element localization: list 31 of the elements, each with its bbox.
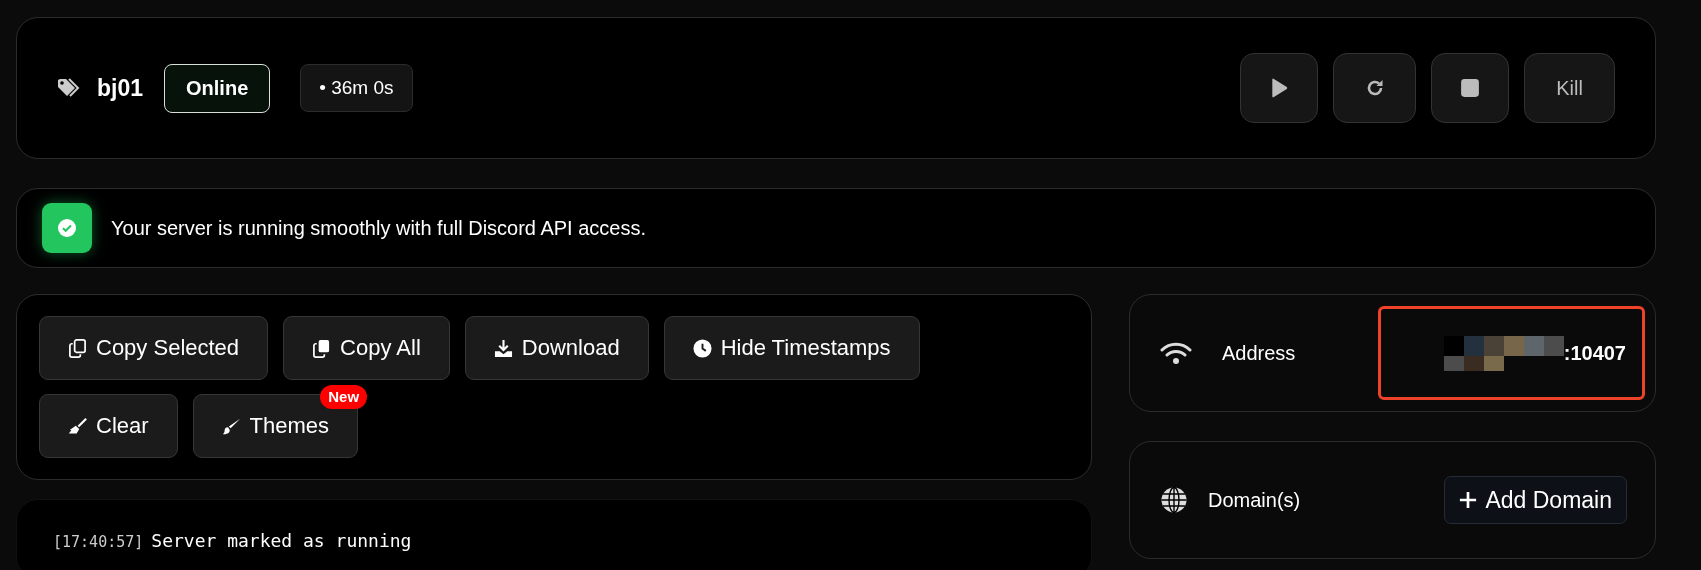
clock-icon bbox=[692, 338, 712, 358]
log-message: Server marked as running bbox=[151, 530, 412, 551]
kill-button[interactable]: Kill bbox=[1524, 53, 1615, 123]
broom-icon bbox=[68, 416, 87, 436]
toolbar-button[interactable]: Hide Timestamps bbox=[663, 316, 920, 380]
stop-icon bbox=[1460, 78, 1480, 98]
copy-icon bbox=[68, 338, 87, 358]
toolbar-button[interactable]: Copy All bbox=[283, 316, 450, 380]
toolbar-button[interactable]: Clear bbox=[39, 394, 178, 458]
plus-icon bbox=[1459, 491, 1478, 509]
globe-icon bbox=[1160, 486, 1188, 514]
stop-button[interactable] bbox=[1431, 53, 1509, 123]
copy-icon bbox=[312, 338, 332, 358]
start-button[interactable] bbox=[1240, 53, 1318, 123]
check-icon bbox=[57, 218, 77, 238]
domains-label: Domain(s) bbox=[1208, 488, 1302, 512]
notice-text: Your server is running smoothly with full Discord API access. bbox=[111, 216, 647, 240]
wifi-icon bbox=[1160, 341, 1192, 365]
log-timestamp: [17:40:57] bbox=[53, 533, 144, 551]
toolbar-button[interactable]: Copy Selected bbox=[39, 316, 269, 380]
download-icon bbox=[493, 338, 513, 358]
address-value: :10407 bbox=[1563, 341, 1626, 365]
status-badge: Online bbox=[164, 63, 271, 113]
uptime-badge: • 36m 0s bbox=[300, 64, 413, 112]
new-badge: New bbox=[320, 385, 368, 409]
play-icon bbox=[1269, 78, 1289, 98]
add-domain-button[interactable]: Add Domain bbox=[1444, 476, 1627, 524]
address-label: Address bbox=[1222, 341, 1296, 365]
toolbar-button[interactable]: Download bbox=[464, 316, 649, 380]
restart-button[interactable] bbox=[1333, 53, 1416, 123]
server-name: bj01 bbox=[97, 74, 144, 102]
